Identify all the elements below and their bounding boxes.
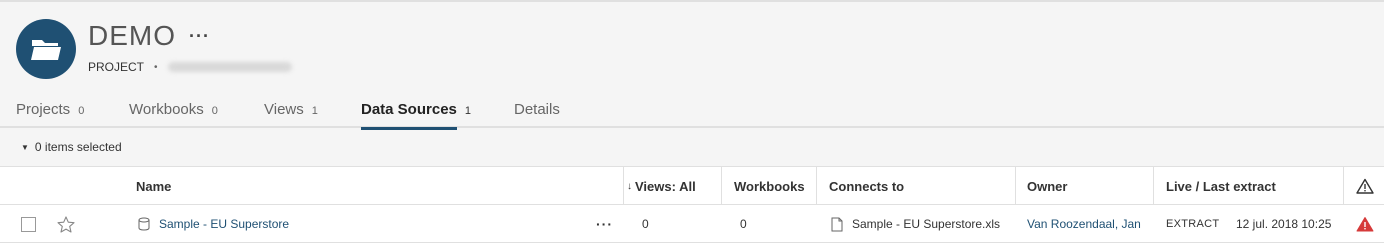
project-avatar xyxy=(16,19,76,79)
connects-to-cell: Sample - EU Superstore.xls xyxy=(831,205,1000,243)
tab-details[interactable]: Details xyxy=(514,101,560,130)
redacted-owner xyxy=(167,62,292,72)
column-connects-to[interactable]: Connects to xyxy=(829,167,904,205)
tab-count: 0 xyxy=(78,105,85,117)
type-label: PROJECT xyxy=(88,60,145,74)
page-title: DEMO xyxy=(88,20,176,51)
star-icon xyxy=(57,215,75,233)
table-header: Name ↓ Views: All Workbooks Connects to O… xyxy=(0,167,1384,205)
alert-icon xyxy=(1356,217,1374,232)
tab-workbooks[interactable]: Workbooks 0 xyxy=(129,101,218,130)
tab-label: Workbooks xyxy=(129,101,204,118)
views-count: 0 xyxy=(642,217,649,231)
database-icon xyxy=(138,217,150,231)
column-label: Views: All xyxy=(635,178,696,194)
tab-label: Projects xyxy=(16,101,71,118)
column-divider[interactable] xyxy=(1153,167,1154,205)
tab-count: 1 xyxy=(311,105,318,117)
live-type-label: EXTRACT xyxy=(1166,218,1220,230)
workbooks-count: 0 xyxy=(740,217,747,231)
column-divider[interactable] xyxy=(816,167,817,205)
extract-alert[interactable] xyxy=(1356,205,1374,243)
caret-down-icon: ▼ xyxy=(21,142,29,152)
tab-projects[interactable]: Projects 0 xyxy=(16,101,84,130)
tab-label: Data Sources xyxy=(361,101,457,118)
selection-count: 0 items selected xyxy=(34,140,122,154)
folder-icon xyxy=(31,40,61,60)
last-extract-time: 12 jul. 2018 10:25 xyxy=(1236,217,1332,231)
sort-arrow-icon: ↓ xyxy=(627,180,632,192)
tab-label: Views xyxy=(264,101,304,118)
more-actions-button[interactable]: ··· xyxy=(189,26,210,47)
project-subtitle: PROJECT • xyxy=(88,60,292,74)
data-sources-table: Name ↓ Views: All Workbooks Connects to O… xyxy=(0,166,1384,243)
owner-link[interactable]: Van Roozendaal, Jan xyxy=(1027,205,1141,243)
top-border xyxy=(0,0,1384,2)
row-more-actions-button[interactable]: ··· xyxy=(596,205,613,243)
column-name[interactable]: Name xyxy=(136,167,171,205)
column-alerts[interactable] xyxy=(1356,167,1374,205)
table-row[interactable]: Sample - EU Superstore ··· 0 0 Sample - … xyxy=(0,205,1384,243)
tab-count: 0 xyxy=(211,105,218,117)
active-tab-indicator xyxy=(361,127,457,130)
tab-label: Details xyxy=(514,101,560,118)
column-divider[interactable] xyxy=(623,167,624,205)
tab-count: 1 xyxy=(464,105,471,117)
row-checkbox[interactable] xyxy=(21,205,36,243)
warning-icon xyxy=(1356,178,1374,194)
column-views[interactable]: ↓ Views: All xyxy=(627,167,696,205)
checkbox-box[interactable] xyxy=(21,216,36,232)
favorite-star-button[interactable] xyxy=(57,205,75,243)
column-divider[interactable] xyxy=(1015,167,1016,205)
selection-dropdown[interactable]: ▼ 0 items selected xyxy=(21,140,122,154)
file-icon xyxy=(831,217,843,231)
tab-data-sources[interactable]: Data Sources 1 xyxy=(361,101,471,130)
column-owner[interactable]: Owner xyxy=(1027,167,1067,205)
separator-dot: • xyxy=(154,61,158,73)
column-divider[interactable] xyxy=(721,167,722,205)
tab-bar: Projects 0 Workbooks 0 Views 1 Data Sources… xyxy=(0,98,1384,130)
tab-views[interactable]: Views 1 xyxy=(264,101,318,130)
connects-to-filename: Sample - EU Superstore.xls xyxy=(852,217,1001,231)
column-live-last-extract[interactable]: Live / Last extract xyxy=(1166,167,1276,205)
column-divider[interactable] xyxy=(1343,167,1344,205)
datasource-name-cell: Sample - EU Superstore xyxy=(138,205,289,243)
column-workbooks[interactable]: Workbooks xyxy=(734,167,805,205)
datasource-link[interactable]: Sample - EU Superstore xyxy=(159,217,289,231)
